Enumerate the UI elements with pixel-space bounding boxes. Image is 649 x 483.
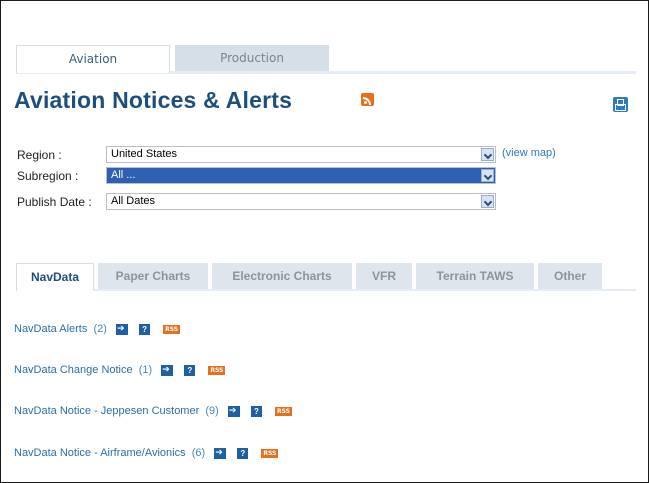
- view-map-link[interactable]: (view map): [502, 147, 556, 159]
- page-title: Aviation Notices & Alerts: [14, 87, 293, 113]
- alert-count: (9): [202, 405, 219, 418]
- region-value: United States: [111, 148, 178, 160]
- rss-feed-icon[interactable]: [361, 93, 374, 106]
- rss-icon[interactable]: RSS: [208, 365, 226, 375]
- rss-icon[interactable]: RSS: [261, 448, 279, 458]
- tab-aviation[interactable]: Aviation: [16, 45, 170, 73]
- alert-link[interactable]: NavData Notice - Airframe/Avionics: [14, 446, 186, 460]
- alert-item: NavData Alerts (2) ? RSS: [14, 322, 181, 336]
- go-arrow-icon[interactable]: [161, 363, 174, 377]
- page-frame: Aviation Production Aviation Notices & A…: [0, 0, 649, 483]
- tab-other[interactable]: Other: [538, 263, 602, 289]
- chevron-down-icon[interactable]: [481, 195, 494, 208]
- alert-count: (2): [90, 323, 107, 336]
- alert-count: (1): [135, 364, 153, 377]
- go-arrow-icon[interactable]: [227, 404, 240, 418]
- tab-electronic-charts[interactable]: Electronic Charts: [212, 263, 352, 289]
- go-arrow-icon[interactable]: [116, 322, 128, 336]
- tab-paper-charts[interactable]: Paper Charts: [98, 263, 208, 289]
- help-icon[interactable]: ?: [184, 364, 196, 376]
- alert-link[interactable]: NavData Notice - Jeppesen Customer: [14, 404, 199, 418]
- top-tab-bar: Aviation Production: [16, 45, 636, 74]
- category-tab-bar: NavData Paper Charts Electronic Charts V…: [16, 263, 636, 291]
- alert-item: NavData Notice - Jeppesen Customer (9) ?…: [14, 404, 292, 418]
- print-icon[interactable]: [613, 97, 628, 112]
- tab-vfr[interactable]: VFR: [356, 263, 412, 289]
- go-arrow-icon[interactable]: [214, 446, 227, 460]
- alert-link[interactable]: NavData Change Notice: [14, 363, 133, 377]
- alert-item: NavData Change Notice (1) ? RSS: [14, 363, 226, 377]
- alert-item: NavData Notice - Airframe/Avionics (6) ?…: [14, 446, 279, 460]
- subregion-value: All ...: [111, 169, 136, 181]
- tab-navdata[interactable]: NavData: [16, 263, 94, 291]
- rss-icon[interactable]: RSS: [163, 324, 181, 334]
- region-label: Region :: [17, 148, 62, 162]
- rss-icon[interactable]: RSS: [275, 406, 292, 416]
- publish-date-value: All Dates: [111, 195, 156, 207]
- help-icon[interactable]: ?: [237, 447, 249, 459]
- help-icon[interactable]: ?: [139, 323, 151, 335]
- publish-date-select[interactable]: All Dates: [106, 193, 496, 210]
- publish-date-label: Publish Date :: [17, 195, 92, 209]
- alert-count: (6): [188, 447, 206, 460]
- subregion-select[interactable]: All ...: [106, 167, 496, 184]
- tab-production[interactable]: Production: [175, 45, 329, 71]
- chevron-down-icon[interactable]: [481, 169, 494, 182]
- alert-link[interactable]: NavData Alerts: [14, 322, 87, 336]
- subregion-label: Subregion :: [17, 169, 79, 183]
- region-select[interactable]: United States: [106, 146, 496, 163]
- tab-terrain-taws[interactable]: Terrain TAWS: [416, 263, 534, 289]
- chevron-down-icon[interactable]: [481, 148, 494, 161]
- help-icon[interactable]: ?: [250, 405, 262, 417]
